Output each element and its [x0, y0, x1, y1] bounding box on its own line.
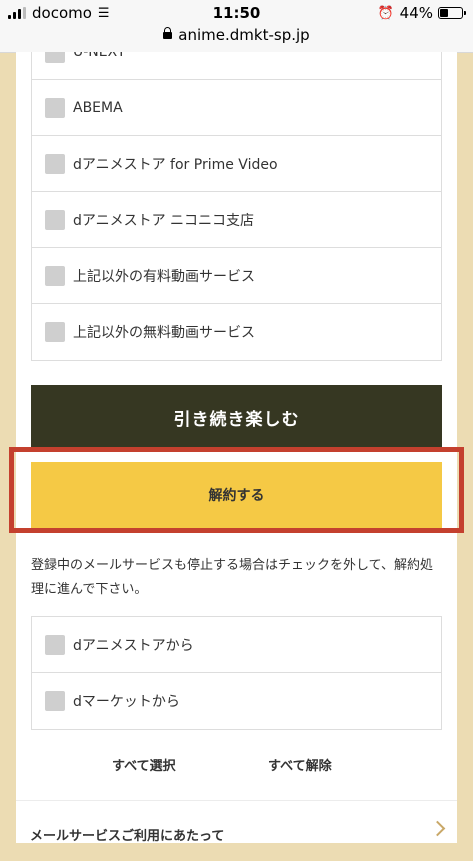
mail-option-danime[interactable]: dアニメストアから [32, 617, 441, 673]
mail-service-terms-row[interactable]: メールサービスご利用にあたって [16, 800, 457, 861]
service-checklist: U-NEXT ABEMA dアニメストア for Prime Video dアニ… [31, 52, 442, 361]
service-option-niconico[interactable]: dアニメストア ニコニコ支店 [32, 192, 441, 248]
checkbox[interactable] [45, 97, 65, 118]
option-label: U-NEXT [73, 52, 126, 60]
checkbox[interactable] [45, 691, 65, 711]
mail-service-checklist: dアニメストアから dマーケットから [31, 616, 442, 730]
mail-service-note: 登録中のメールサービスも停止する場合はチェックを外して、解約処理に進んで下さい。 [31, 558, 433, 597]
battery-fill [440, 9, 449, 17]
checkbox[interactable] [45, 265, 65, 286]
lock-icon [163, 27, 173, 39]
chevron-right-icon [429, 820, 446, 837]
battery-icon [438, 7, 466, 19]
mail-option-dmarket[interactable]: dマーケットから [32, 673, 441, 729]
cancel-subscription-button[interactable]: 解約する [31, 462, 442, 528]
alarm-icon: ⏰ [377, 5, 394, 21]
battery-percent: 44% [399, 4, 433, 22]
url-text: anime.dmkt-sp.jp [178, 26, 310, 44]
option-label: dアニメストア for Prime Video [73, 156, 278, 173]
checkbox[interactable] [45, 322, 65, 342]
option-label: 上記以外の無料動画サービス [73, 325, 255, 341]
continue-button[interactable]: 引き続き楽しむ [31, 385, 442, 449]
service-option-other-free[interactable]: 上記以外の無料動画サービス [32, 304, 441, 360]
option-label: dマーケットから [73, 694, 180, 710]
address-bar[interactable]: anime.dmkt-sp.jp [0, 26, 473, 44]
select-all-link[interactable]: すべて選択 [112, 755, 176, 774]
option-label: dアニメストア ニコニコ支店 [73, 212, 255, 229]
deselect-all-link[interactable]: すべて解除 [268, 755, 332, 774]
option-label: ABEMA [73, 99, 123, 116]
content-card: U-NEXT ABEMA dアニメストア for Prime Video dアニ… [9, 52, 464, 844]
checkbox[interactable] [45, 209, 65, 230]
terms-label: メールサービスご利用にあたって [30, 829, 225, 844]
checkbox[interactable] [45, 634, 65, 655]
service-option-unext[interactable]: U-NEXT [32, 52, 441, 80]
checkbox[interactable] [45, 153, 65, 174]
option-label: dアニメストアから [73, 637, 194, 654]
option-label: 上記以外の有料動画サービス [73, 268, 255, 285]
status-bar: docomo ☰ 11:50 anime.dmkt-sp.jp ⏰ 44% [0, 0, 473, 53]
checkbox[interactable] [45, 52, 65, 63]
service-option-abema[interactable]: ABEMA [32, 80, 441, 136]
service-option-prime-video[interactable]: dアニメストア for Prime Video [32, 136, 441, 192]
status-right: ⏰ 44% [377, 4, 466, 22]
service-option-other-paid[interactable]: 上記以外の有料動画サービス [32, 248, 441, 304]
